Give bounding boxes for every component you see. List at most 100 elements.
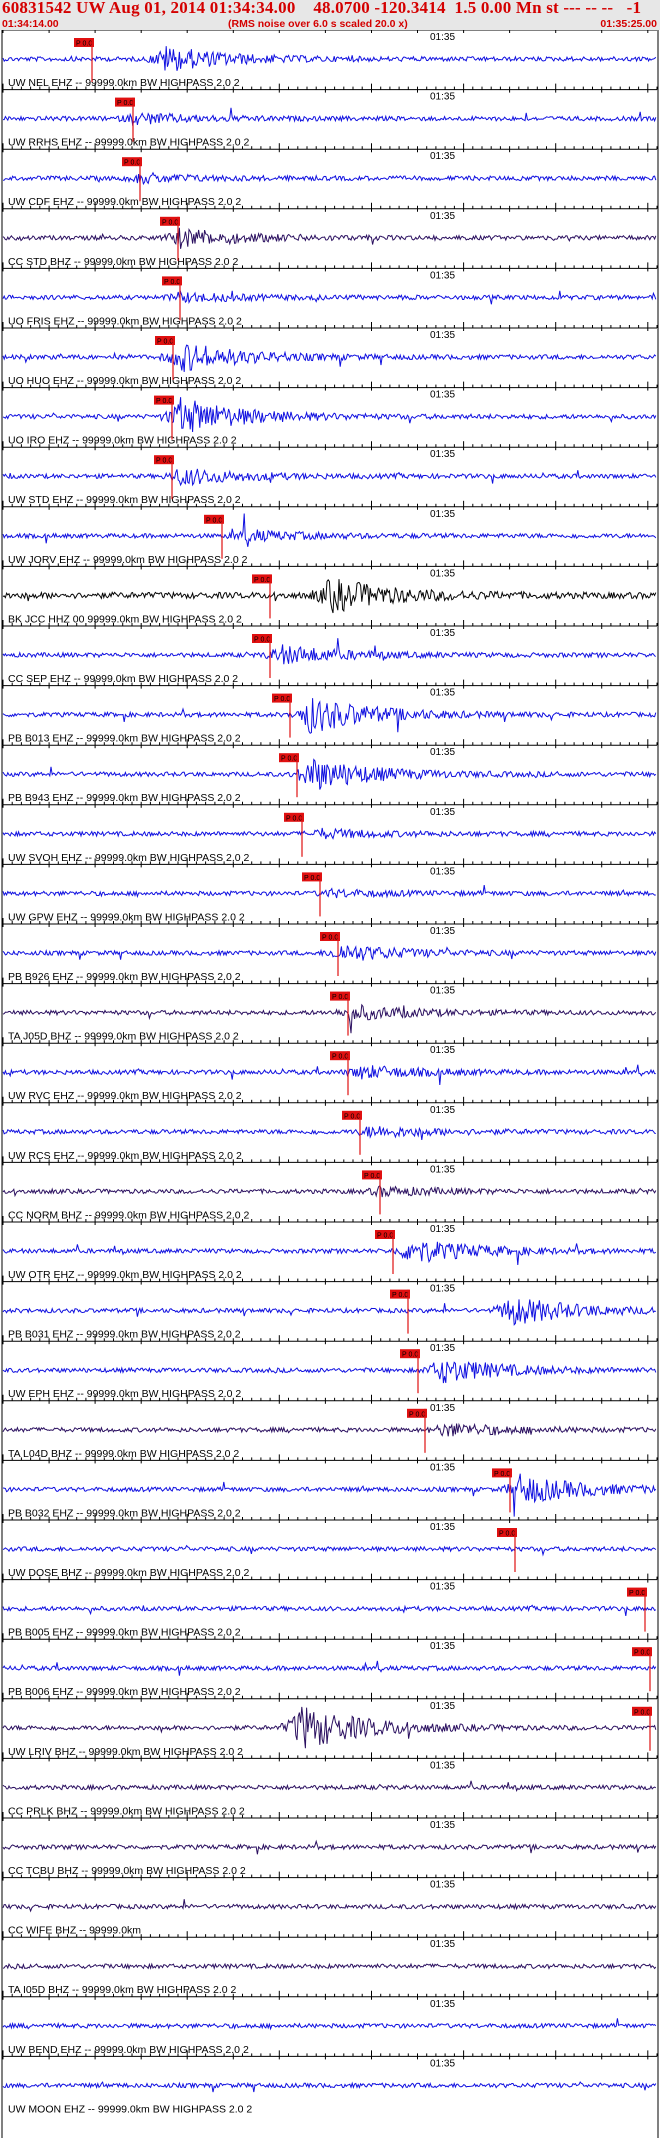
time-label: 01:35 [430,1403,455,1414]
time-label: 01:35 [430,1820,455,1831]
waveform [2,468,657,487]
start-time: 01:34:14.00 [2,18,59,30]
time-label: 01:35 [430,1105,455,1116]
pick-label: P 0.0 [156,458,172,465]
waveform [2,1706,657,1749]
waveform [2,827,657,840]
time-label: 01:35 [430,807,455,818]
time-label: 01:35 [430,1284,455,1295]
trace-label: TA J05D BHZ -- 99999.0km BW HIGHPASS 2.0… [8,1031,239,1043]
trace-label: CC PRLK BHZ -- 99999.0km BW HIGHPASS 2.0… [8,1805,245,1817]
time-label: 01:35 [430,1880,455,1891]
pick-label: P 0.0 [494,1471,510,1478]
pick-label: P 0.0 [377,1233,393,1240]
trace-label: UW EPH EHZ -- 99999.0km BW HIGHPASS 2.0 … [8,1388,241,1400]
trace-label: UW CDF EHZ -- 99999.0km BW HIGHPASS 2.0 … [8,196,241,208]
time-label: 01:35 [430,211,455,222]
trace-label: UW LRIV BHZ -- 99999.0km BW HIGHPASS 2.0… [8,1746,243,1758]
pick-label: P 0.0 [392,1292,408,1299]
waveform [2,885,656,899]
waveform [2,290,657,305]
pick-label: P 0.0 [409,1411,425,1418]
waveform [2,1003,657,1034]
pick-label: P 0.0 [117,100,133,107]
trace-label: UW GPW EHZ -- 99999.0km BW HIGHPASS 2.0 … [8,911,245,923]
waveform [2,1839,657,1855]
waveform [2,46,657,71]
waveform [2,171,657,186]
waveform [2,1899,657,1913]
waveform [2,1064,656,1086]
time-label: 01:35 [430,1462,455,1473]
waveform [3,107,657,127]
time-label: 01:35 [430,688,455,699]
time-label: 01:35 [430,1999,455,2010]
pick-label: P 0.0 [164,279,180,286]
waveform [2,227,657,249]
trace-label: UW RVC EHZ -- 99999.0km BW HIGHPASS 2.0 … [8,1090,242,1102]
time-label: 01:35 [430,270,455,281]
event-title: 60831542 UW Aug 01, 2014 01:34:34.00 48.… [2,0,642,17]
time-label: 01:35 [430,509,455,520]
pick-label: P 0.0 [274,696,290,703]
trace-label: CC STD BHZ -- 99999.0km BW HIGHPASS 2.0 … [8,256,238,268]
trace-label: UW RCS EHZ -- 99999.0km BW HIGHPASS 2.0 … [8,1150,242,1162]
time-label: 01:35 [430,390,455,401]
trace-label: UO FRIS EHZ -- 99999.0km BW HIGHPASS 2.0… [8,315,242,327]
trace-label: CC WIFE BHZ -- 99999.0km [8,1925,141,1937]
pick-label: P 0.0 [322,935,338,942]
pick-label: P 0.0 [162,219,178,226]
trace-label: UW OTR EHZ -- 99999.0km BW HIGHPASS 2.0 … [8,1269,242,1281]
trace-label: CC TCBU BHZ -- 99999.0km BW HIGHPASS 2.0… [8,1865,246,1877]
time-label: 01:35 [430,1045,455,1056]
pick-label: P 0.0 [254,577,270,584]
time-label: 01:35 [430,866,455,877]
trace-label: UW BEND EHZ -- 99999.0km BW HIGHPASS 2.0… [8,2044,249,2056]
pick-label: P 0.0 [157,339,173,346]
trace-label: CC NORM BHZ -- 99999.0km BW HIGHPASS 2.0… [8,1209,250,1221]
trace-label: UW RRHS EHZ -- 99999.0km BW HIGHPASS 2.0… [8,137,250,149]
pick-label: P 0.0 [364,1173,380,1180]
time-label: 01:35 [430,2058,455,2069]
trace-label: TA L04D BHZ -- 99999.0km BW HIGHPASS 2.0… [8,1448,239,1460]
waveform [2,2081,657,2093]
pick-label: P 0.0 [634,1709,650,1716]
pick-label: P 0.0 [156,398,172,405]
waveform [2,2018,657,2031]
waveform [2,1241,657,1265]
time-label: 01:35 [430,1582,455,1593]
trace-label: UW SVOH EHZ -- 99999.0km BW HIGHPASS 2.0… [8,852,250,864]
pick-label: P 0.0 [254,637,270,644]
pick-label: P 0.0 [304,875,320,882]
waveform [2,397,657,433]
waveform [2,513,657,547]
waveform [2,1422,657,1437]
pick-label: P 0.0 [286,815,302,822]
waveform [2,1660,657,1676]
time-label: 01:35 [430,1164,455,1175]
time-label: 01:35 [430,1760,455,1771]
trace-label: UW DOSE BHZ -- 99999.0km BW HIGHPASS 2.0… [8,1567,250,1579]
rms-note: (RMS noise over 6.0 s scaled 20.0 x) [228,18,408,30]
trace-label: UW MOON EHZ -- 99999.0km BW HIGHPASS 2.0… [8,2103,252,2115]
waveform [2,638,656,665]
waveform [2,1544,657,1557]
pick-label: P 0.0 [332,1054,348,1061]
trace-label: UO HUO EHZ -- 99999.0km BW HIGHPASS 2.0 … [8,375,241,387]
pick-label: P 0.0 [332,994,348,1001]
time-label: 01:35 [430,330,455,341]
time-label: 01:35 [430,1939,455,1950]
pick-label: P 0.0 [76,41,92,48]
time-label: 01:35 [430,1641,455,1652]
time-label: 01:35 [430,1224,455,1235]
time-label: 01:35 [430,926,455,937]
pick-label: P 0.0 [499,1531,515,1538]
time-label: 01:35 [430,986,455,997]
time-label: 01:35 [430,628,455,639]
time-label: 01:35 [430,1343,455,1354]
waveform [2,758,657,790]
pick-label: P 0.0 [344,1113,360,1120]
pick-label: P 0.0 [629,1590,645,1597]
waveform [2,1780,657,1792]
pick-label: P 0.0 [206,517,222,524]
